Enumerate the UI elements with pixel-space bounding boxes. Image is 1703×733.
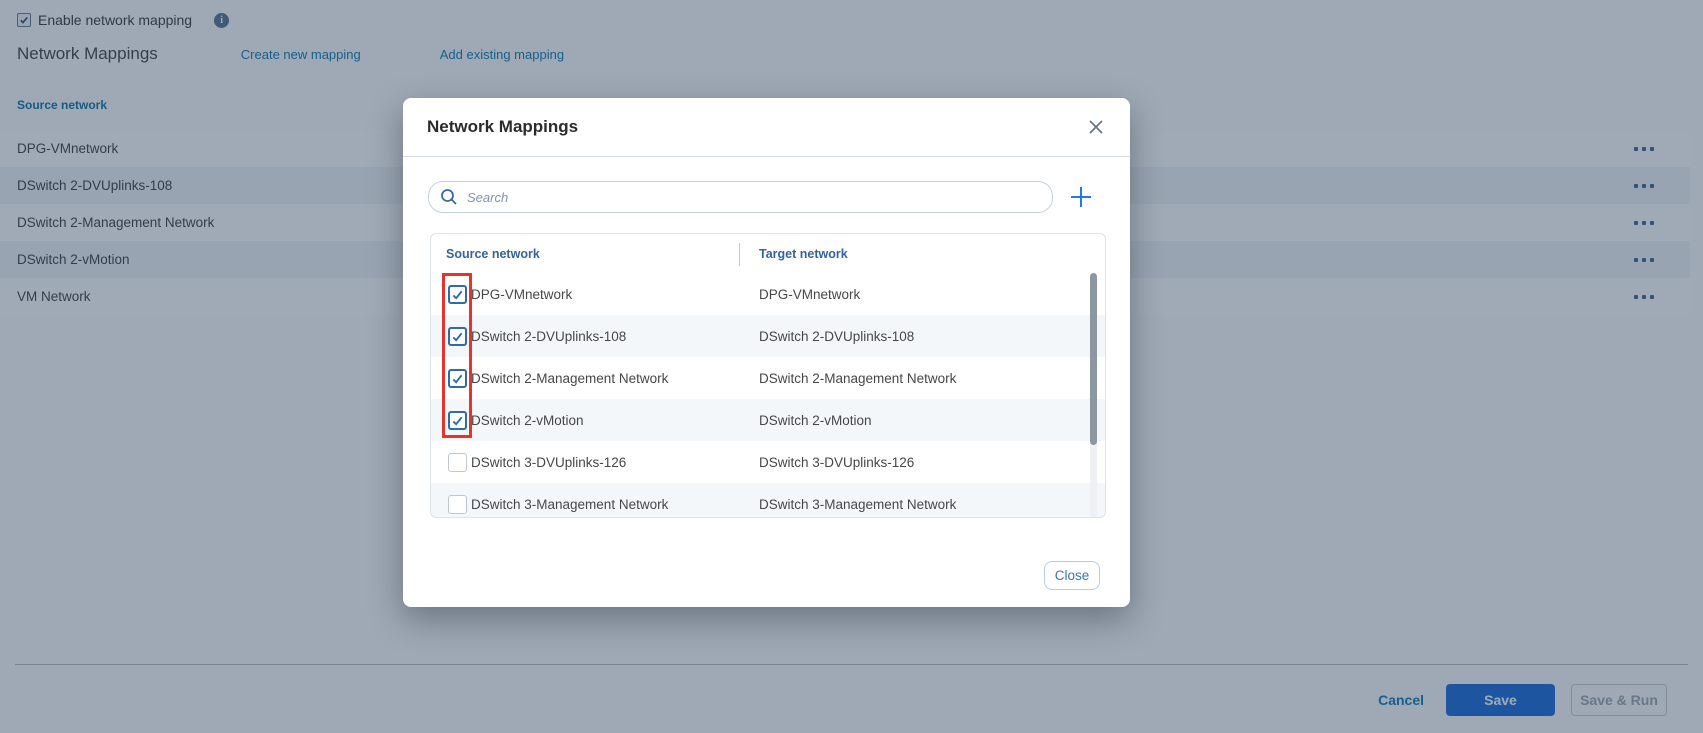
- target-network-cell: DSwitch 2-Management Network: [759, 371, 956, 386]
- row-checkbox[interactable]: [448, 369, 467, 388]
- source-network-cell: DSwitch 2-DVUplinks-108: [471, 329, 626, 344]
- check-icon: [451, 498, 464, 511]
- column-divider: [739, 243, 740, 266]
- check-icon: [451, 456, 464, 469]
- check-icon: [451, 372, 464, 385]
- search-box: [428, 181, 1053, 213]
- close-icon[interactable]: [1086, 117, 1106, 137]
- modal-header: Network Mappings: [403, 98, 1130, 157]
- row-checkbox[interactable]: [448, 285, 467, 304]
- modal-table-row: DSwitch 2-DVUplinks-108 DSwitch 2-DVUpli…: [431, 315, 1105, 357]
- scrollbar-track[interactable]: [1090, 273, 1097, 517]
- modal-row-list: DPG-VMnetwork DPG-VMnetwork DSwitch 2-DV…: [431, 273, 1105, 518]
- source-network-cell: DPG-VMnetwork: [471, 287, 572, 302]
- source-network-header: Source network: [446, 247, 540, 261]
- modal-title: Network Mappings: [427, 117, 578, 137]
- target-network-cell: DPG-VMnetwork: [759, 287, 860, 302]
- check-icon: [451, 288, 464, 301]
- mappings-table: Source network Target network DPG-VMnetw…: [430, 233, 1106, 518]
- row-checkbox[interactable]: [448, 327, 467, 346]
- source-network-cell: DSwitch 3-Management Network: [471, 497, 668, 512]
- modal-table-row: DSwitch 2-vMotion DSwitch 2-vMotion: [431, 399, 1105, 441]
- target-network-cell: DSwitch 3-Management Network: [759, 497, 956, 512]
- network-mappings-modal: Network Mappings Source network: [403, 98, 1130, 607]
- target-network-cell: DSwitch 2-vMotion: [759, 413, 872, 428]
- check-icon: [451, 330, 464, 343]
- check-icon: [451, 414, 464, 427]
- scrollbar-thumb[interactable]: [1090, 273, 1097, 445]
- row-checkbox[interactable]: [448, 495, 467, 514]
- row-checkbox[interactable]: [448, 453, 467, 472]
- modal-table-row: DPG-VMnetwork DPG-VMnetwork: [431, 273, 1105, 315]
- add-mapping-plus-icon[interactable]: [1070, 186, 1092, 208]
- source-network-cell: DSwitch 2-vMotion: [471, 413, 584, 428]
- search-row: [428, 181, 1108, 213]
- mappings-table-header: Source network Target network: [431, 234, 1105, 273]
- modal-table-row: DSwitch 3-DVUplinks-126 DSwitch 3-DVUpli…: [431, 441, 1105, 483]
- search-input[interactable]: [467, 190, 1052, 205]
- target-network-header: Target network: [759, 247, 848, 261]
- source-network-cell: DSwitch 3-DVUplinks-126: [471, 455, 626, 470]
- close-button[interactable]: Close: [1044, 561, 1100, 590]
- search-icon: [440, 188, 458, 206]
- modal-table-row: DSwitch 3-Management Network DSwitch 3-M…: [431, 483, 1105, 518]
- source-network-cell: DSwitch 2-Management Network: [471, 371, 668, 386]
- target-network-cell: DSwitch 3-DVUplinks-126: [759, 455, 914, 470]
- modal-table-row: DSwitch 2-Management Network DSwitch 2-M…: [431, 357, 1105, 399]
- target-network-cell: DSwitch 2-DVUplinks-108: [759, 329, 914, 344]
- row-checkbox[interactable]: [448, 411, 467, 430]
